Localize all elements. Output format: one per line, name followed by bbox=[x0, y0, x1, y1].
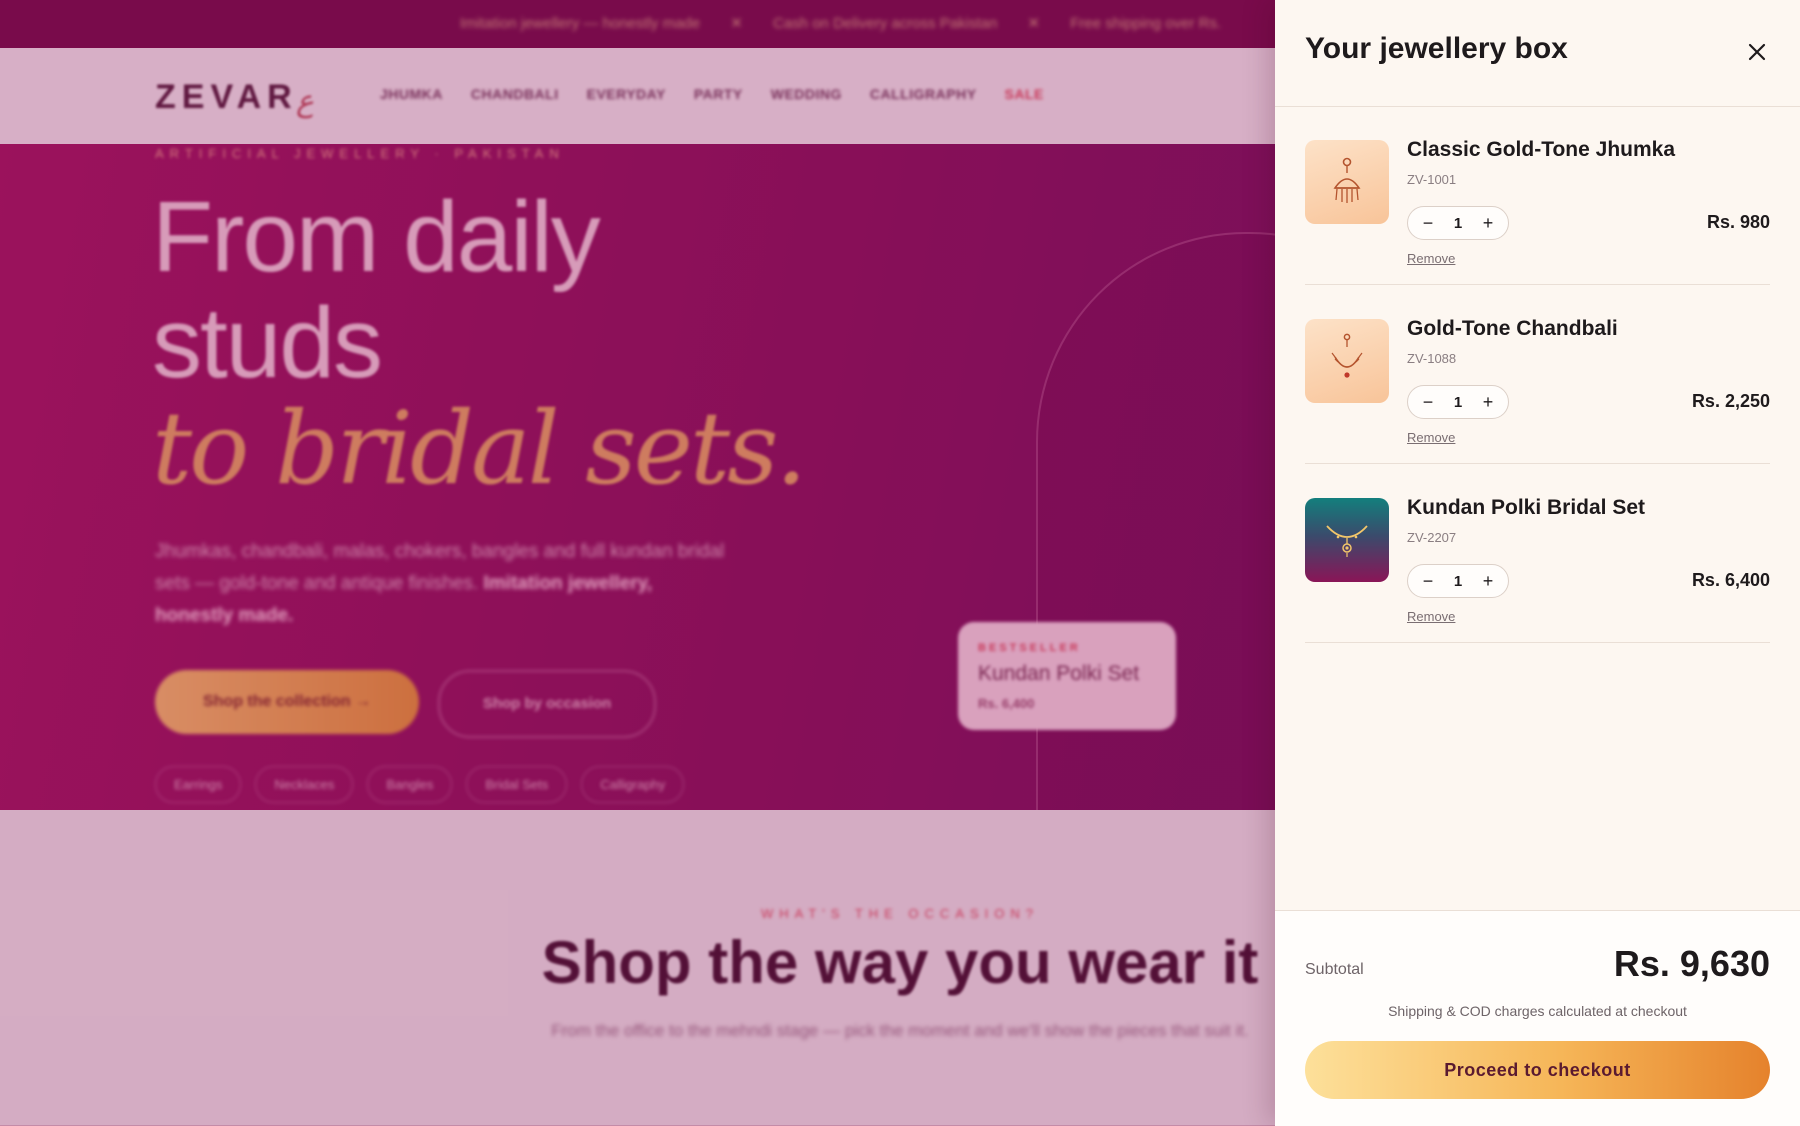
shipping-note: Shipping & COD charges calculated at che… bbox=[1388, 1003, 1687, 1019]
quantity-value: 1 bbox=[1453, 572, 1463, 590]
item-price: Rs. 980 bbox=[1706, 212, 1770, 232]
item-sku: ZV-1088 bbox=[1407, 351, 1457, 366]
decrease-qty-button[interactable]: − bbox=[1417, 207, 1439, 239]
increase-qty-button[interactable]: + bbox=[1477, 386, 1499, 418]
cart-title: Your jewellery box bbox=[1305, 32, 1568, 65]
checkout-button[interactable]: Proceed to checkout bbox=[1305, 1041, 1770, 1099]
subtotal-label: Subtotal bbox=[1305, 961, 1364, 978]
drawer-backdrop[interactable] bbox=[0, 0, 1275, 1125]
item-name[interactable]: Kundan Polki Bridal Set bbox=[1407, 496, 1645, 520]
increase-qty-button[interactable]: + bbox=[1477, 565, 1499, 597]
decrease-qty-button[interactable]: − bbox=[1417, 386, 1439, 418]
quantity-stepper: − 1 + bbox=[1407, 206, 1509, 240]
cart-drawer: Your jewellery box Classic Gold-Tone Jhu… bbox=[1275, 0, 1800, 1126]
cart-item: Gold-Tone Chandbali ZV-1088 − 1 + Rs. 2,… bbox=[1305, 285, 1770, 464]
decrease-qty-button[interactable]: − bbox=[1417, 565, 1439, 597]
subtotal-value: Rs. 9,630 bbox=[1613, 943, 1770, 984]
item-sku: ZV-2207 bbox=[1407, 530, 1457, 545]
item-name[interactable]: Classic Gold-Tone Jhumka bbox=[1407, 138, 1675, 162]
remove-item-link[interactable]: Remove bbox=[1407, 251, 1455, 266]
cart-footer: Subtotal Rs. 9,630 Shipping & COD charge… bbox=[1275, 910, 1800, 1126]
remove-item-link[interactable]: Remove bbox=[1407, 430, 1455, 445]
item-sku: ZV-1001 bbox=[1407, 172, 1457, 187]
cart-item: Kundan Polki Bridal Set ZV-2207 − 1 + Rs… bbox=[1305, 464, 1770, 643]
necklace-icon[interactable] bbox=[1305, 498, 1389, 582]
item-price: Rs. 2,250 bbox=[1691, 391, 1770, 411]
close-icon[interactable] bbox=[1741, 36, 1773, 68]
cart-items: Classic Gold-Tone Jhumka ZV-1001 − 1 + R… bbox=[1305, 106, 1770, 643]
item-price: Rs. 6,400 bbox=[1691, 570, 1770, 590]
cart-header: Your jewellery box bbox=[1275, 0, 1800, 107]
item-name[interactable]: Gold-Tone Chandbali bbox=[1407, 317, 1618, 341]
quantity-stepper: − 1 + bbox=[1407, 564, 1509, 598]
quantity-value: 1 bbox=[1453, 393, 1463, 411]
chandbali-icon[interactable] bbox=[1305, 319, 1389, 403]
quantity-value: 1 bbox=[1453, 214, 1463, 232]
remove-item-link[interactable]: Remove bbox=[1407, 609, 1455, 624]
jhumka-icon[interactable] bbox=[1305, 140, 1389, 224]
increase-qty-button[interactable]: + bbox=[1477, 207, 1499, 239]
quantity-stepper: − 1 + bbox=[1407, 385, 1509, 419]
cart-item: Classic Gold-Tone Jhumka ZV-1001 − 1 + R… bbox=[1305, 106, 1770, 285]
